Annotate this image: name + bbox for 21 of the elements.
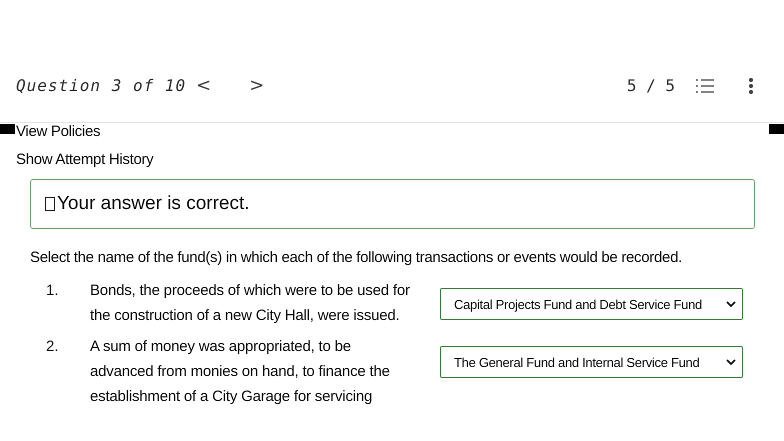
previous-button[interactable]: < — [190, 75, 218, 96]
marker — [0, 124, 15, 134]
more-options-icon[interactable] — [748, 76, 754, 94]
chevron-down-icon — [726, 358, 736, 366]
next-button[interactable]: > — [243, 75, 270, 96]
link[interactable]: View Policies — [16, 123, 100, 140]
answer-dropdown[interactable]: Capital Projects Fund and Debt Service Fund — [440, 288, 743, 320]
feedback-text: Your answer is correct. — [57, 193, 250, 215]
score: 5 / 5 — [626, 76, 675, 95]
list-icon[interactable] — [695, 76, 715, 94]
item-text: A sum of money was appropriated, to be advanced from monies on hand, to finance the establishment of a City Garage for servicing — [90, 337, 391, 407]
item-number: 2. — [46, 337, 60, 355]
link[interactable]: Show Attempt History — [16, 151, 154, 168]
question-counter: Question 3 of 10 — [16, 76, 186, 95]
marker — [769, 124, 784, 134]
missing-glyph-icon — [45, 197, 55, 211]
item-text: Bonds, the proceeds of which were to be used for the construction of a new City Hall, were issued. — [90, 281, 410, 326]
instruction-text: Select the name of the fund(s) in which each of the following transactions or events would be recorded. — [30, 249, 683, 266]
answer-dropdown[interactable]: The General Fund and Internal Service Fund — [440, 346, 743, 378]
chevron-down-icon — [726, 300, 736, 308]
item-number: 1. — [46, 281, 60, 299]
